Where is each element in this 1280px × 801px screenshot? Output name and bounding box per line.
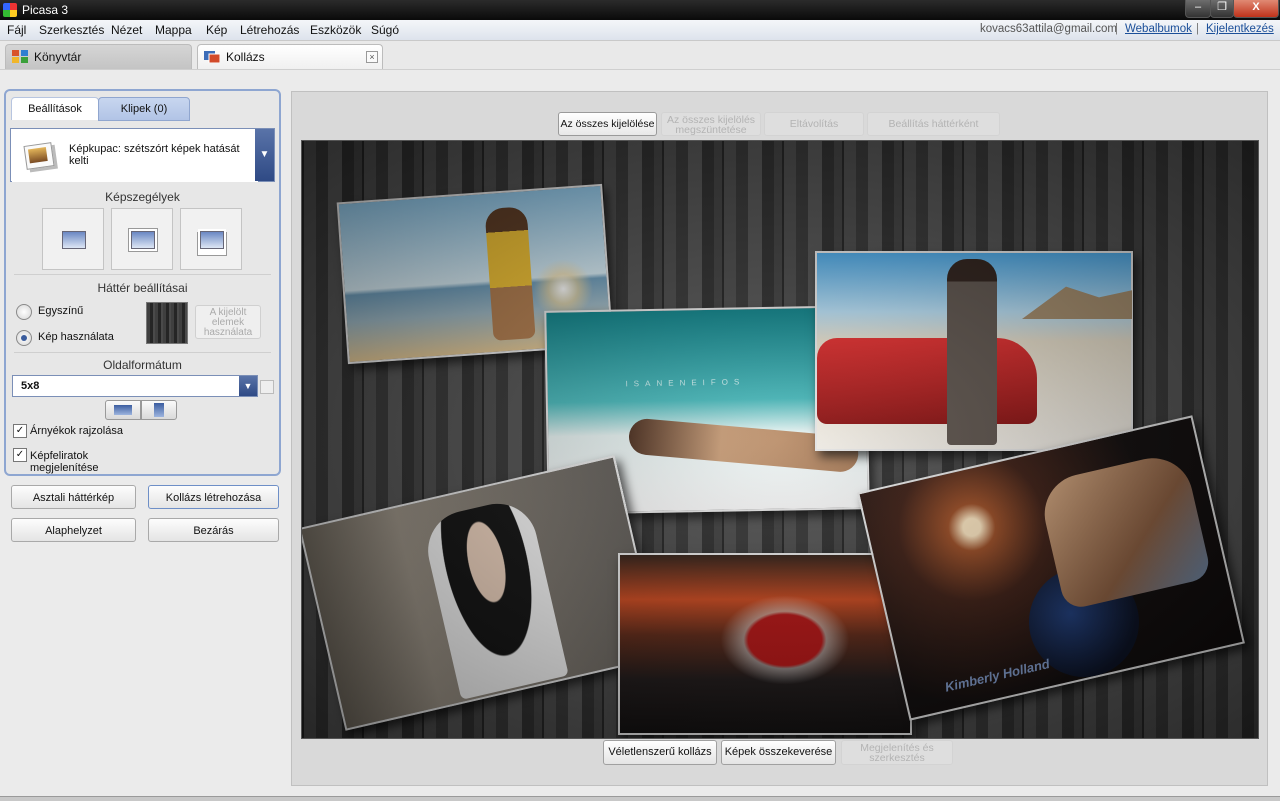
grid-icon[interactable] xyxy=(260,380,274,394)
menu-file[interactable]: Fájl xyxy=(7,23,26,37)
close-icon: X xyxy=(1252,1,1260,13)
minimize-button[interactable]: – xyxy=(1185,0,1211,18)
section-divider xyxy=(14,274,271,275)
logout-link[interactable]: Kijelentkezés xyxy=(1206,23,1274,35)
menu-edit[interactable]: Szerkesztés xyxy=(39,23,104,37)
chevron-down-icon[interactable]: ▼ xyxy=(239,376,257,396)
model-figure xyxy=(1036,450,1213,611)
web-albums-link[interactable]: Webalbumok xyxy=(1125,23,1192,35)
photo-watermark: ISANENEIFOS xyxy=(625,377,746,389)
create-collage-button[interactable]: Kollázs létrehozása xyxy=(148,485,279,509)
close-window-button[interactable]: X xyxy=(1233,0,1279,18)
picasa-logo-icon xyxy=(3,3,17,17)
status-bar xyxy=(0,796,1280,801)
title-bar: Picasa 3 – ❐ X xyxy=(0,0,1280,20)
collage-photo-splash[interactable] xyxy=(618,553,912,735)
tab-settings[interactable]: Beállítások xyxy=(11,97,99,120)
shadows-checkbox-label: Árnyékok rajzolása xyxy=(30,425,123,437)
captions-checkbox-label: Képfeliratok megjelenítése xyxy=(30,450,99,474)
menu-picture[interactable]: Kép xyxy=(206,23,227,37)
set-as-background-button[interactable]: Beállítás háttérként xyxy=(867,112,1000,136)
menu-help[interactable]: Súgó xyxy=(371,23,399,37)
library-icon xyxy=(12,50,28,63)
collage-icon xyxy=(204,51,220,63)
chevron-down-icon[interactable]: ▼ xyxy=(255,129,274,181)
menu-create[interactable]: Létrehozás xyxy=(240,23,299,37)
page-format-value: 5x8 xyxy=(21,380,40,392)
collage-photo-car[interactable] xyxy=(815,251,1133,451)
select-all-button[interactable]: Az összes kijelölése xyxy=(558,112,657,136)
menu-view[interactable]: Nézet xyxy=(111,23,142,37)
borders-title: Képszegélyek xyxy=(105,190,180,204)
collage-settings-panel: Beállítások Klipek (0) Képkupac: szétszó… xyxy=(4,89,281,476)
tab-library[interactable]: Könyvtár xyxy=(5,44,192,69)
collage-type-select[interactable]: Képkupac: szétszórt képek hatását kelti … xyxy=(10,128,275,182)
picture-pile-icon xyxy=(23,142,55,170)
view-and-edit-button[interactable]: Megjelenítés és szerkesztés xyxy=(841,740,953,765)
close-tab-icon[interactable]: × xyxy=(366,51,378,63)
page-format-title: Oldalformátum xyxy=(103,358,182,372)
collage-canvas[interactable]: ISANENEIFOS Kimberly Holland xyxy=(301,140,1259,739)
menu-bar: Fájl Szerkesztés Nézet Mappa Kép Létreho… xyxy=(0,20,1280,41)
account-email: kovacs63attila@gmail.com xyxy=(980,23,1117,35)
shadows-checkbox[interactable]: ✓ xyxy=(13,424,27,438)
tab-collage[interactable]: Kollázs × xyxy=(197,44,383,69)
page-format-select[interactable]: 5x8 ▼ xyxy=(12,375,258,397)
maximize-icon: ❐ xyxy=(1217,1,1227,13)
deselect-all-button[interactable]: Az összes kijelölés megszüntetése xyxy=(661,112,761,136)
maximize-button[interactable]: ❐ xyxy=(1210,0,1234,18)
random-collage-button[interactable]: Véletlenszerű kollázs xyxy=(603,740,717,765)
collage-type-selected: Képkupac: szétszórt képek hatását kelti xyxy=(12,130,258,182)
shuffle-pictures-button[interactable]: Képek összekeverése xyxy=(721,740,836,765)
collage-photo-portrait[interactable] xyxy=(302,455,662,731)
view-tabs: Könyvtár Kollázs × xyxy=(0,41,1280,70)
model-figure xyxy=(720,595,850,685)
background-image-swatch[interactable] xyxy=(146,302,188,344)
model-figure xyxy=(947,259,997,445)
menu-tools[interactable]: Eszközök xyxy=(310,23,361,37)
menu-separator: | xyxy=(1196,23,1199,35)
desktop-background-button[interactable]: Asztali háttérkép xyxy=(11,485,136,509)
model-figure xyxy=(484,206,536,341)
picture-icon xyxy=(200,231,224,249)
radio-solid-color[interactable] xyxy=(16,304,32,320)
collage-type-label: Képkupac: szétszórt képek hatását kelti xyxy=(69,143,240,167)
tab-collage-label: Kollázs xyxy=(226,50,265,64)
reset-button[interactable]: Alaphelyzet xyxy=(11,518,136,542)
red-car xyxy=(817,338,1037,424)
picture-icon xyxy=(131,231,155,249)
background-title: Háttér beállításai xyxy=(97,281,188,295)
section-divider xyxy=(14,352,271,353)
model-figure xyxy=(420,495,569,700)
radio-use-image[interactable] xyxy=(16,330,32,346)
photo-signature: Kimberly Holland xyxy=(943,656,1052,695)
portrait-orientation-button[interactable] xyxy=(141,400,177,420)
window-title: Picasa 3 xyxy=(22,3,69,17)
radio-use-image-label: Kép használata xyxy=(38,331,114,343)
close-collage-button[interactable]: Bezárás xyxy=(148,518,279,542)
minimize-icon: – xyxy=(1194,1,1202,13)
mountains xyxy=(1022,286,1132,319)
captions-checkbox[interactable]: ✓ xyxy=(13,448,27,462)
landscape-orientation-button[interactable] xyxy=(105,400,141,420)
border-style-white-button[interactable] xyxy=(111,208,173,270)
picture-icon xyxy=(62,231,86,249)
radio-solid-color-label: Egyszínű xyxy=(38,305,84,317)
tab-library-label: Könyvtár xyxy=(34,50,82,64)
border-style-none-button[interactable] xyxy=(42,208,104,270)
border-style-polaroid-button[interactable] xyxy=(180,208,242,270)
remove-button[interactable]: Eltávolítás xyxy=(764,112,864,136)
menu-separator: | xyxy=(1115,23,1118,35)
menu-folder[interactable]: Mappa xyxy=(155,23,192,37)
collage-photo-globe[interactable]: Kimberly Holland xyxy=(857,415,1245,721)
tab-clips[interactable]: Klipek (0) xyxy=(98,97,190,121)
use-selected-button[interactable]: A kijelölt elemek használata xyxy=(195,305,261,339)
